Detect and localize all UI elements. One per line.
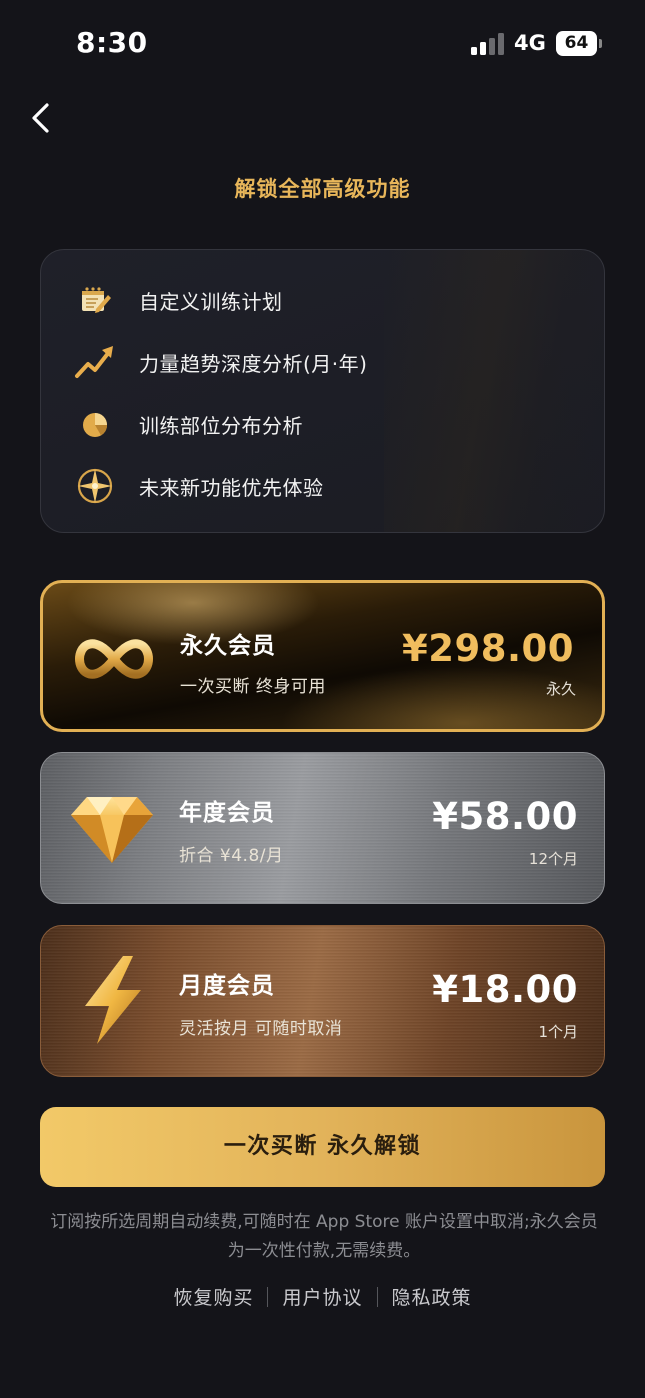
purchase-button[interactable]: 一次买断 永久解锁 [40,1107,605,1187]
cellular-signal-icon [471,33,505,55]
back-button[interactable] [22,96,62,140]
privacy-policy-link[interactable]: 隐私政策 [392,1283,472,1310]
plan-card-monthly[interactable]: 月度会员 灵活按月 可随时取消 ¥18.00 1个月 [40,925,605,1077]
feature-label: 训练部位分布分析 [139,413,303,438]
infinity-icon [67,613,161,705]
features-card: 自定义训练计划 力量趋势深度分析(月·年) 训练部位分布分析 未来新功能优先体验 [40,249,605,533]
battery-icon: 64 [556,31,602,56]
plan-price: ¥298.00 [401,627,574,670]
status-bar: 8:30 4G 64 [0,0,645,88]
plan-period: 永久 [545,680,576,698]
trend-up-arrow-icon [71,340,119,384]
feature-label: 力量趋势深度分析(月·年) [139,351,368,376]
plan-description: 灵活按月 可随时取消 [179,1019,343,1039]
lightning-icon [71,952,165,1044]
plan-description: 一次买断 终身可用 [180,677,326,697]
plan-name: 永久会员 [180,633,276,659]
feature-item-strength-trend: 力量趋势深度分析(月·年) [71,340,367,384]
plan-description: 折合 ¥4.8/月 [179,846,284,866]
battery-level: 64 [556,31,597,56]
diamond-icon [65,781,159,873]
feature-label: 未来新功能优先体验 [139,475,324,500]
divider [376,1286,378,1307]
feature-item-body-distribution: 训练部位分布分析 [71,402,303,446]
page-title: 解锁全部高级功能 [234,177,411,201]
subscription-notice: 订阅按所选周期自动续费,可随时在 App Store 账户设置中取消;永久会员为… [50,1212,598,1261]
footer-links: 恢复购买 用户协议 隐私政策 [0,1283,645,1310]
plan-price: ¥58.00 [432,795,578,838]
user-agreement-link[interactable]: 用户协议 [282,1283,362,1310]
chevron-left-icon [32,103,49,133]
plan-name: 月度会员 [179,973,275,999]
feature-label: 自定义训练计划 [139,289,283,314]
status-time: 8:30 [76,26,148,59]
plan-period: 12个月 [528,850,578,868]
feature-item-new-features: 未来新功能优先体验 [71,464,324,508]
notepad-edit-icon [71,278,119,322]
pie-chart-icon [71,402,119,446]
paywall-screen: 8:30 4G 64 解锁全部高级功能 自定义训练计划 力量趋势深度分析(月·年… [0,0,645,1398]
plan-card-annual[interactable]: 年度会员 折合 ¥4.8/月 ¥58.00 12个月 [40,752,605,904]
plan-name: 年度会员 [179,800,275,826]
divider [267,1286,269,1307]
network-type: 4G [514,31,546,55]
plan-period: 1个月 [538,1023,578,1041]
plan-price: ¥18.00 [432,968,578,1011]
plan-card-lifetime[interactable]: 永久会员 一次买断 终身可用 ¥298.00 永久 [40,580,605,732]
feature-item-custom-plan: 自定义训练计划 [71,278,283,322]
compass-star-icon [71,464,119,508]
restore-purchase-link[interactable]: 恢复购买 [173,1283,253,1310]
